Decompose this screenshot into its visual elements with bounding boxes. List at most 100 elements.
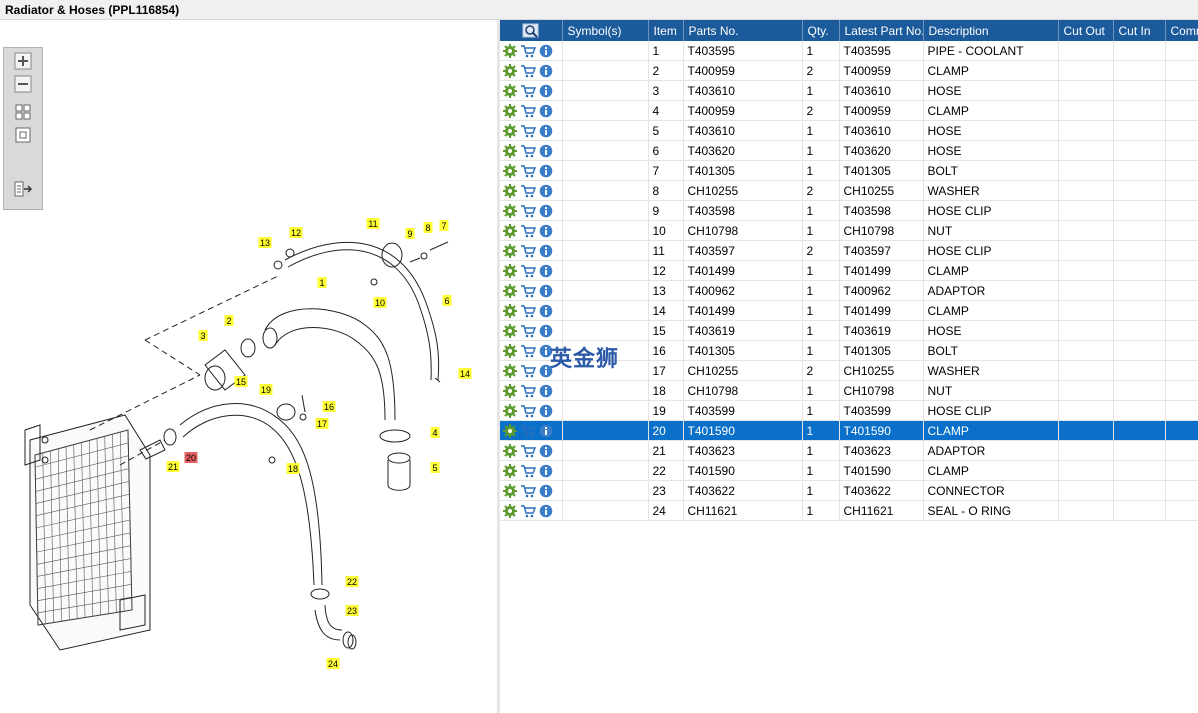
info-icon[interactable] [538, 303, 554, 319]
callout-4[interactable]: 4 [430, 427, 440, 438]
info-icon[interactable] [538, 443, 554, 459]
add-to-cart-icon[interactable] [520, 203, 536, 219]
table-row[interactable]: 18 CH10798 1 CH10798 NUT [500, 380, 1198, 401]
exploded-diagram[interactable]: 123456789101112131415161718192021222324 [0, 20, 497, 713]
add-to-cart-icon[interactable] [520, 463, 536, 479]
info-icon[interactable] [538, 223, 554, 239]
callout-20[interactable]: 20 [184, 452, 198, 463]
callout-22[interactable]: 22 [345, 576, 359, 587]
settings-gear-icon[interactable] [502, 163, 518, 179]
settings-gear-icon[interactable] [502, 363, 518, 379]
callout-14[interactable]: 14 [458, 368, 472, 379]
table-row[interactable]: 4 T400959 2 T400959 CLAMP [500, 100, 1198, 121]
info-icon[interactable] [538, 103, 554, 119]
add-to-cart-icon[interactable] [520, 243, 536, 259]
add-to-cart-icon[interactable] [520, 403, 536, 419]
info-icon[interactable] [538, 163, 554, 179]
add-to-cart-icon[interactable] [520, 183, 536, 199]
callout-24[interactable]: 24 [326, 658, 340, 669]
table-row[interactable]: 2 T400959 2 T400959 CLAMP [500, 60, 1198, 81]
actual-size-button[interactable] [13, 126, 33, 144]
export-button[interactable] [13, 180, 33, 198]
settings-gear-icon[interactable] [502, 183, 518, 199]
table-row[interactable]: 21 T403623 1 T403623 ADAPTOR [500, 440, 1198, 461]
settings-gear-icon[interactable] [502, 323, 518, 339]
callout-5[interactable]: 5 [430, 462, 440, 473]
add-to-cart-icon[interactable] [520, 443, 536, 459]
column-header-description[interactable]: Description [923, 20, 1059, 41]
info-icon[interactable] [538, 143, 554, 159]
table-row[interactable]: 6 T403620 1 T403620 HOSE [500, 140, 1198, 161]
info-icon[interactable] [538, 323, 554, 339]
add-to-cart-icon[interactable] [520, 363, 536, 379]
add-to-cart-icon[interactable] [520, 63, 536, 79]
add-to-cart-icon[interactable] [520, 163, 536, 179]
table-row[interactable]: 23 T403622 1 T403622 CONNECTOR [500, 480, 1198, 501]
callout-17[interactable]: 17 [315, 418, 329, 429]
add-to-cart-icon[interactable] [520, 263, 536, 279]
table-row[interactable]: 1 T403595 1 T403595 PIPE - COOLANT [500, 41, 1198, 61]
settings-gear-icon[interactable] [502, 283, 518, 299]
info-icon[interactable] [538, 243, 554, 259]
callout-8[interactable]: 8 [423, 222, 433, 233]
add-to-cart-icon[interactable] [520, 103, 536, 119]
info-icon[interactable] [538, 83, 554, 99]
callout-21[interactable]: 21 [166, 461, 180, 472]
column-header-item[interactable]: Item [648, 20, 684, 41]
table-row[interactable]: 13 T400962 1 T400962 ADAPTOR [500, 280, 1198, 301]
settings-gear-icon[interactable] [502, 123, 518, 139]
info-icon[interactable] [538, 123, 554, 139]
info-icon[interactable] [538, 503, 554, 519]
info-icon[interactable] [538, 263, 554, 279]
column-header-cut-in[interactable]: Cut In [1113, 20, 1166, 41]
add-to-cart-icon[interactable] [520, 303, 536, 319]
table-row[interactable]: 9 T403598 1 T403598 HOSE CLIP [500, 200, 1198, 221]
callout-3[interactable]: 3 [198, 330, 208, 341]
settings-gear-icon[interactable] [502, 303, 518, 319]
zoom-out-button[interactable] [13, 75, 33, 93]
add-to-cart-icon[interactable] [520, 503, 536, 519]
settings-gear-icon[interactable] [502, 423, 518, 439]
settings-gear-icon[interactable] [502, 63, 518, 79]
settings-gear-icon[interactable] [502, 243, 518, 259]
settings-gear-icon[interactable] [502, 463, 518, 479]
settings-gear-icon[interactable] [502, 143, 518, 159]
info-icon[interactable] [538, 383, 554, 399]
table-row[interactable]: 22 T401590 1 T401590 CLAMP [500, 460, 1198, 481]
zoom-in-button[interactable] [13, 52, 33, 70]
table-row[interactable]: 15 T403619 1 T403619 HOSE [500, 320, 1198, 341]
table-row[interactable]: 10 CH10798 1 CH10798 NUT [500, 220, 1198, 241]
add-to-cart-icon[interactable] [520, 483, 536, 499]
callout-10[interactable]: 10 [373, 297, 387, 308]
column-header-qty[interactable]: Qty. [802, 20, 840, 41]
table-row[interactable]: 7 T401305 1 T401305 BOLT [500, 160, 1198, 181]
column-header-cut-out[interactable]: Cut Out [1058, 20, 1114, 41]
callout-15[interactable]: 15 [234, 376, 248, 387]
callout-1[interactable]: 1 [317, 277, 327, 288]
info-icon[interactable] [538, 43, 554, 59]
settings-gear-icon[interactable] [502, 43, 518, 59]
callout-13[interactable]: 13 [258, 237, 272, 248]
info-icon[interactable] [538, 63, 554, 79]
add-to-cart-icon[interactable] [520, 323, 536, 339]
settings-gear-icon[interactable] [502, 483, 518, 499]
info-icon[interactable] [538, 483, 554, 499]
table-row[interactable]: 12 T401499 1 T401499 CLAMP [500, 260, 1198, 281]
add-to-cart-icon[interactable] [520, 283, 536, 299]
column-header-comment[interactable]: Comment [1165, 20, 1198, 41]
callout-7[interactable]: 7 [439, 220, 449, 231]
callout-9[interactable]: 9 [405, 228, 415, 239]
add-to-cart-icon[interactable] [520, 43, 536, 59]
fit-all-button[interactable] [13, 103, 33, 121]
settings-gear-icon[interactable] [502, 263, 518, 279]
info-icon[interactable] [538, 183, 554, 199]
settings-gear-icon[interactable] [502, 443, 518, 459]
settings-gear-icon[interactable] [502, 83, 518, 99]
add-to-cart-icon[interactable] [520, 383, 536, 399]
add-to-cart-icon[interactable] [520, 423, 536, 439]
add-to-cart-icon[interactable] [520, 143, 536, 159]
settings-gear-icon[interactable] [502, 343, 518, 359]
callout-16[interactable]: 16 [322, 401, 336, 412]
table-row[interactable]: 5 T403610 1 T403610 HOSE [500, 120, 1198, 141]
add-to-cart-icon[interactable] [520, 223, 536, 239]
